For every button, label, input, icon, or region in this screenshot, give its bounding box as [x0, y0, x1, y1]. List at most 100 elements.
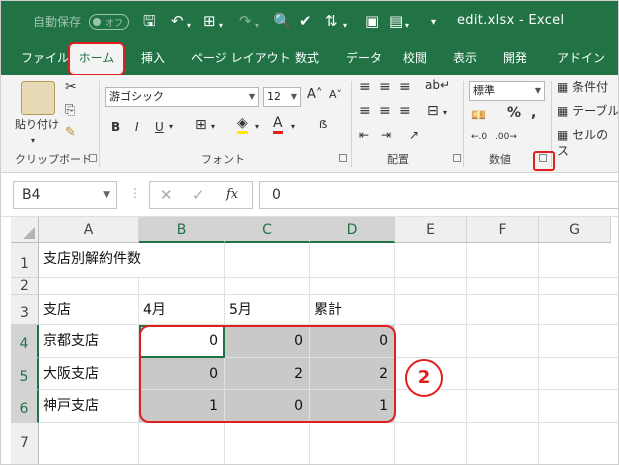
form-icon[interactable]: ▤ [389, 12, 403, 30]
cell-b4[interactable]: 0 [139, 325, 225, 358]
cell-b5[interactable]: 0 [139, 358, 225, 390]
row-header-3[interactable]: 3 [11, 295, 39, 325]
cell-a6[interactable]: 神戸支店 [39, 390, 139, 423]
cell-g6[interactable] [539, 390, 618, 423]
cell-g2[interactable] [539, 278, 618, 295]
cell-e3[interactable] [395, 295, 467, 325]
cell-a7[interactable] [39, 423, 139, 464]
name-box[interactable]: B4 ▼ [13, 181, 117, 209]
tab-data[interactable]: データ [346, 49, 382, 66]
cell-b3[interactable]: 4月 [139, 295, 225, 325]
tab-review[interactable]: 校閲 [403, 49, 427, 66]
bold-icon[interactable]: B [111, 119, 120, 135]
cell-a3[interactable]: 支店 [39, 295, 139, 325]
align-center-icon[interactable]: ≡ [379, 103, 391, 119]
tab-page-layout[interactable]: ページ レイアウト [191, 49, 291, 66]
font-size-select[interactable]: 12 ▼ [263, 87, 301, 107]
spelling-icon[interactable]: ✔ [299, 12, 312, 30]
merge-center-icon[interactable]: ⊟ [427, 103, 439, 119]
cell-f5[interactable] [467, 358, 539, 390]
align-right-icon[interactable]: ≡ [399, 103, 411, 119]
wrap-text-icon[interactable]: ab↵ [425, 77, 450, 93]
italic-icon[interactable]: I [135, 119, 139, 135]
cell-g1[interactable] [539, 243, 618, 278]
column-header-c[interactable]: C [225, 217, 310, 243]
align-left-icon[interactable]: ≡ [359, 103, 371, 119]
tab-developer[interactable]: 開発 [503, 49, 527, 66]
borders-dropdown-icon[interactable]: ▾ [211, 119, 215, 135]
cell-d3[interactable]: 累計 [310, 295, 395, 325]
cell-g3[interactable] [539, 295, 618, 325]
decrease-decimal-icon[interactable]: .00→ [495, 129, 517, 145]
percent-icon[interactable]: % [507, 105, 521, 121]
select-all-button[interactable] [11, 217, 39, 243]
row-header-1[interactable]: 1 [11, 243, 39, 278]
cell-b2[interactable] [139, 278, 225, 295]
insert-function-icon[interactable]: fx [226, 187, 238, 203]
cell-d5[interactable]: 2 [310, 358, 395, 390]
customize-qat-icon[interactable]: ▾ [431, 14, 436, 32]
tab-file[interactable]: ファイル [21, 49, 69, 66]
formula-input[interactable]: 0 [259, 181, 618, 209]
conditional-formatting-button[interactable]: ▦ 条件付 [557, 79, 608, 95]
cell-f2[interactable] [467, 278, 539, 295]
borders-dropdown-icon[interactable]: ▾ [219, 17, 223, 35]
font-color-icon[interactable]: A [273, 115, 283, 134]
column-header-b[interactable]: B [139, 217, 225, 243]
cell-f7[interactable] [467, 423, 539, 464]
increase-font-icon[interactable]: A˄ [307, 87, 322, 103]
borders-icon[interactable]: ⊞ [203, 12, 216, 30]
cell-b7[interactable] [139, 423, 225, 464]
cell-c7[interactable] [225, 423, 310, 464]
comma-icon[interactable]: , [531, 105, 536, 121]
row-header-6[interactable]: 6 [11, 390, 39, 423]
font-color-dropdown-icon[interactable]: ▾ [291, 119, 295, 135]
cell-e1[interactable] [395, 243, 467, 278]
underline-dropdown-icon[interactable]: ▾ [169, 119, 173, 135]
autosave-toggle[interactable]: オフ [89, 14, 129, 30]
cell-f6[interactable] [467, 390, 539, 423]
orientation-icon[interactable]: ↗ [409, 127, 419, 143]
font-name-select[interactable]: 游ゴシック ▼ [105, 87, 259, 107]
fill-dropdown-icon[interactable]: ▾ [255, 119, 259, 135]
cell-e7[interactable] [395, 423, 467, 464]
cell-c2[interactable] [225, 278, 310, 295]
row-header-4[interactable]: 4 [11, 325, 39, 358]
cell-d2[interactable] [310, 278, 395, 295]
cell-b1[interactable] [139, 243, 225, 278]
tab-formulas[interactable]: 数式 [295, 49, 319, 66]
cell-b6[interactable]: 1 [139, 390, 225, 423]
paste-label[interactable]: 貼り付け [15, 117, 59, 133]
sort-dropdown-icon[interactable]: ▾ [343, 17, 347, 35]
tab-view[interactable]: 表示 [453, 49, 477, 66]
align-top-icon[interactable]: ≡ [359, 79, 371, 95]
increase-indent-icon[interactable]: ⇥ [381, 127, 391, 143]
cell-g7[interactable] [539, 423, 618, 464]
row-header-7[interactable]: 7 [11, 423, 39, 464]
column-header-e[interactable]: E [395, 217, 467, 243]
format-painter-icon[interactable]: ✎ [65, 125, 76, 141]
column-header-d[interactable]: D [310, 217, 395, 243]
number-format-select[interactable]: 標準 ▼ [469, 81, 545, 101]
cell-g4[interactable] [539, 325, 618, 358]
format-as-table-button[interactable]: ▦ テーブル [557, 103, 618, 119]
cell-f3[interactable] [467, 295, 539, 325]
fill-color-icon[interactable]: ◈ [237, 115, 248, 134]
copy-icon[interactable]: ⎘ [65, 103, 75, 119]
cell-a2[interactable] [39, 278, 139, 295]
cell-a1[interactable]: 支店別解約件数 [39, 243, 141, 278]
cell-a5[interactable]: 大阪支店 [39, 358, 139, 390]
column-header-a[interactable]: A [39, 217, 139, 243]
sort-icon[interactable]: ⇅ [325, 12, 338, 30]
cell-c6[interactable]: 0 [225, 390, 310, 423]
phonetic-icon[interactable]: ẞ [319, 117, 327, 133]
tab-home[interactable]: ホーム [68, 42, 125, 76]
clipboard-launcher-icon[interactable] [89, 154, 97, 162]
alignment-launcher-icon[interactable] [453, 154, 461, 162]
column-header-g[interactable]: G [539, 217, 611, 243]
column-header-f[interactable]: F [467, 217, 539, 243]
merge-dropdown-icon[interactable]: ▾ [443, 105, 447, 121]
cell-f4[interactable] [467, 325, 539, 358]
print-preview-icon[interactable]: 🔍 [273, 12, 292, 30]
decrease-font-icon[interactable]: A˅ [329, 87, 342, 103]
